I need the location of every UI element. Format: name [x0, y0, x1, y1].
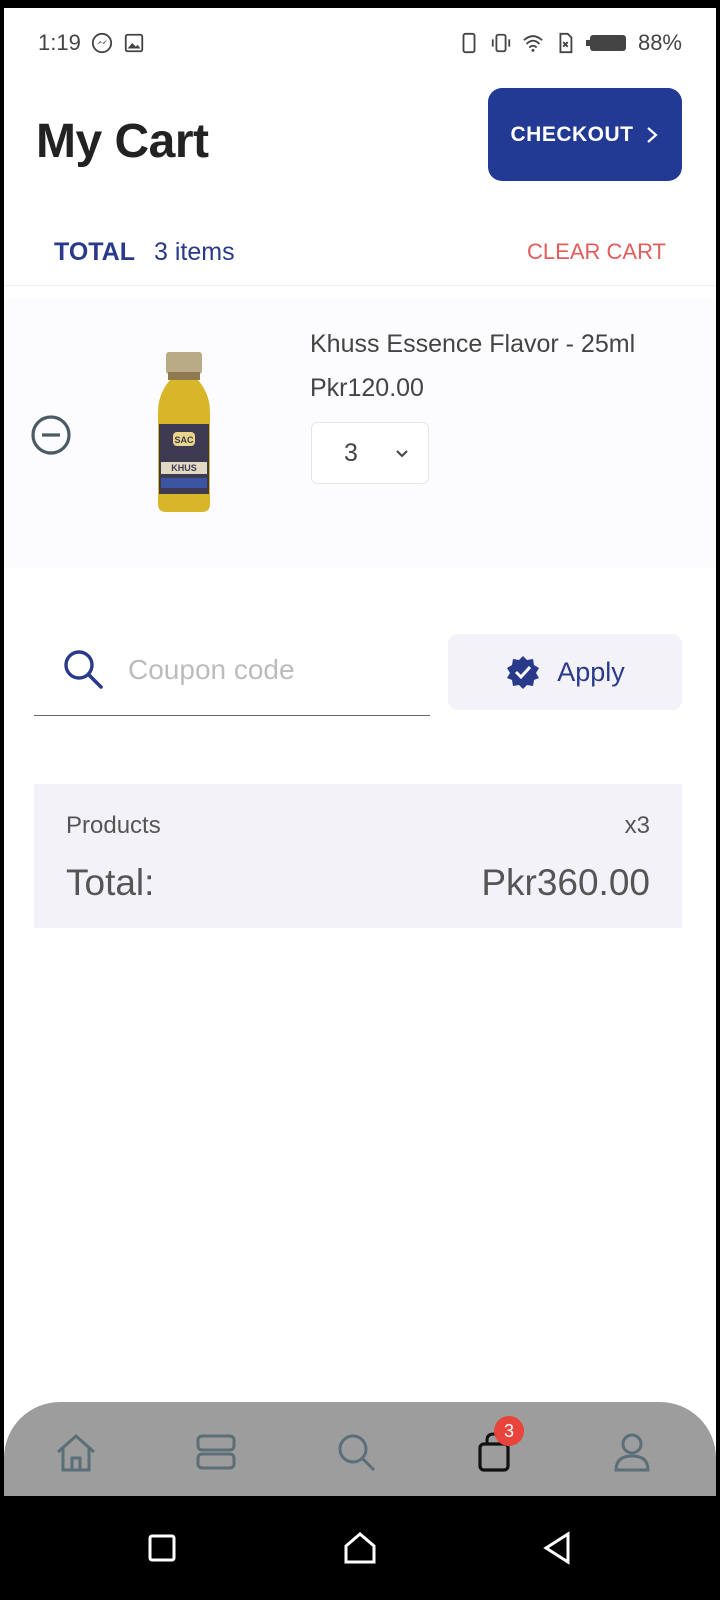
chevron-right-icon: [646, 126, 658, 143]
header: My Cart CHECKOUT: [4, 78, 716, 208]
home-icon[interactable]: [54, 1430, 98, 1474]
system-nav-bar: [0, 1496, 720, 1600]
search-icon: [64, 650, 103, 689]
search-icon[interactable]: [334, 1430, 378, 1474]
battery-percent: 88%: [637, 30, 682, 55]
total-items-count: 3 items: [154, 238, 235, 266]
cart-total-row: TOTAL 3 items CLEAR CART: [4, 226, 716, 286]
product-name: Khuss Essence Flavor - 25ml: [310, 330, 636, 358]
app-screen: 1:19 88% My Cart CHECKOUT TOTAL 3 items …: [4, 8, 716, 1496]
total-value: Pkr360.00: [481, 862, 650, 903]
products-label: Products: [66, 812, 161, 839]
gallery-icon: [124, 33, 143, 53]
messenger-icon: [91, 32, 112, 54]
clear-cart-button[interactable]: CLEAR CART: [527, 239, 666, 265]
verified-badge-icon: [507, 656, 540, 689]
order-summary: Products x3 Total: Pkr360.00: [34, 784, 682, 928]
checkout-button[interactable]: CHECKOUT: [488, 88, 682, 181]
bottom-nav: 3: [4, 1402, 716, 1496]
status-time: 1:19: [38, 30, 81, 55]
product-price: Pkr120.00: [310, 374, 424, 402]
cart-item: SAC KHUS Khuss Essence Flavor - 25ml Pkr…: [4, 298, 716, 568]
coupon-field: [34, 628, 430, 716]
vibrate-icon: [491, 33, 511, 53]
label-product-text: KHUS: [171, 463, 197, 473]
back-icon[interactable]: [538, 1528, 578, 1568]
coupon-input[interactable]: [128, 642, 418, 698]
battery-icon: [585, 35, 626, 51]
recents-icon[interactable]: [142, 1528, 182, 1568]
total-label: TOTAL: [54, 238, 136, 266]
apply-coupon-button[interactable]: Apply: [448, 634, 682, 710]
categories-icon[interactable]: [194, 1430, 238, 1474]
status-bar: 1:19 88%: [4, 8, 716, 78]
phone-outline-icon: [462, 32, 476, 54]
wifi-icon: [523, 35, 543, 52]
chevron-down-icon: [396, 450, 408, 458]
products-count: x3: [624, 812, 650, 839]
remove-item-icon[interactable]: [30, 414, 72, 456]
cart-badge: 3: [494, 1416, 524, 1446]
product-image: SAC KHUS: [158, 352, 210, 512]
apply-label: Apply: [557, 656, 625, 687]
page-title: My Cart: [36, 115, 209, 168]
profile-icon[interactable]: [610, 1430, 654, 1474]
home-system-icon[interactable]: [340, 1528, 380, 1568]
no-sim-icon: [559, 32, 573, 54]
total-label: Total:: [66, 862, 155, 903]
checkout-label: CHECKOUT: [510, 122, 634, 146]
cart-nav-item[interactable]: 3: [472, 1416, 524, 1474]
label-brand-text: SAC: [174, 435, 194, 445]
quantity-select[interactable]: 3: [311, 422, 429, 484]
quantity-value: 3: [344, 438, 358, 467]
